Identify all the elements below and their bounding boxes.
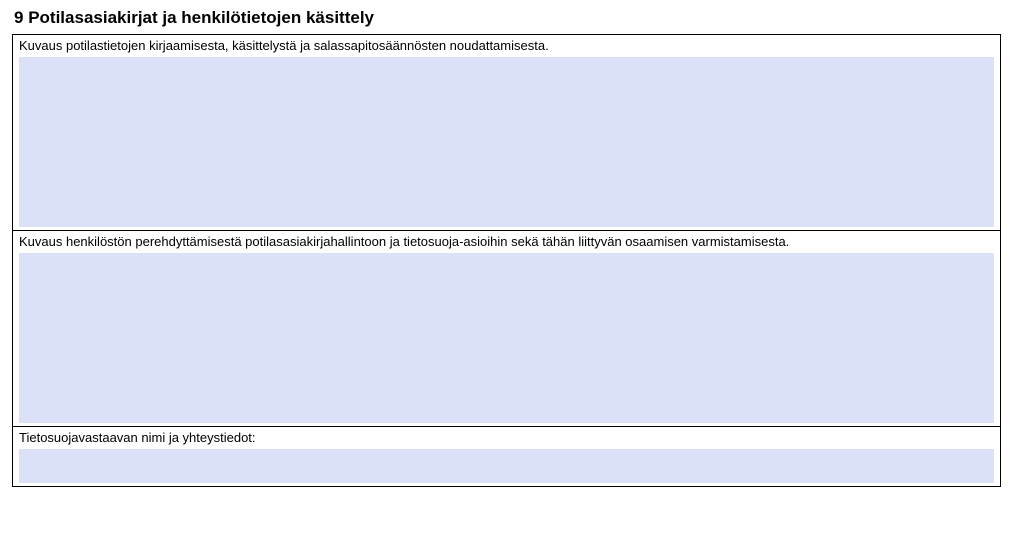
- field-label: Tietosuojavastaavan nimi ja yhteystiedot…: [13, 427, 1000, 449]
- field-label: Kuvaus potilastietojen kirjaamisesta, kä…: [13, 35, 1000, 57]
- form-field-patient-info: Kuvaus potilastietojen kirjaamisesta, kä…: [13, 35, 1000, 231]
- form-field-dpo-contact: Tietosuojavastaavan nimi ja yhteystiedot…: [13, 427, 1000, 486]
- patient-info-textarea[interactable]: [19, 57, 994, 227]
- dpo-contact-textarea[interactable]: [19, 449, 994, 483]
- form-container: Kuvaus potilastietojen kirjaamisesta, kä…: [12, 34, 1001, 487]
- field-input-wrap: [13, 449, 1000, 486]
- field-input-wrap: [13, 57, 1000, 230]
- field-input-wrap: [13, 253, 1000, 426]
- section-title-text: Potilasasiakirjat ja henkilötietojen käs…: [28, 8, 374, 27]
- form-field-staff-training: Kuvaus henkilöstön perehdyttämisestä pot…: [13, 231, 1000, 427]
- section-title: 9 Potilasasiakirjat ja henkilötietojen k…: [12, 8, 1001, 28]
- staff-training-textarea[interactable]: [19, 253, 994, 423]
- field-label: Kuvaus henkilöstön perehdyttämisestä pot…: [13, 231, 1000, 253]
- section-number: 9: [14, 8, 23, 27]
